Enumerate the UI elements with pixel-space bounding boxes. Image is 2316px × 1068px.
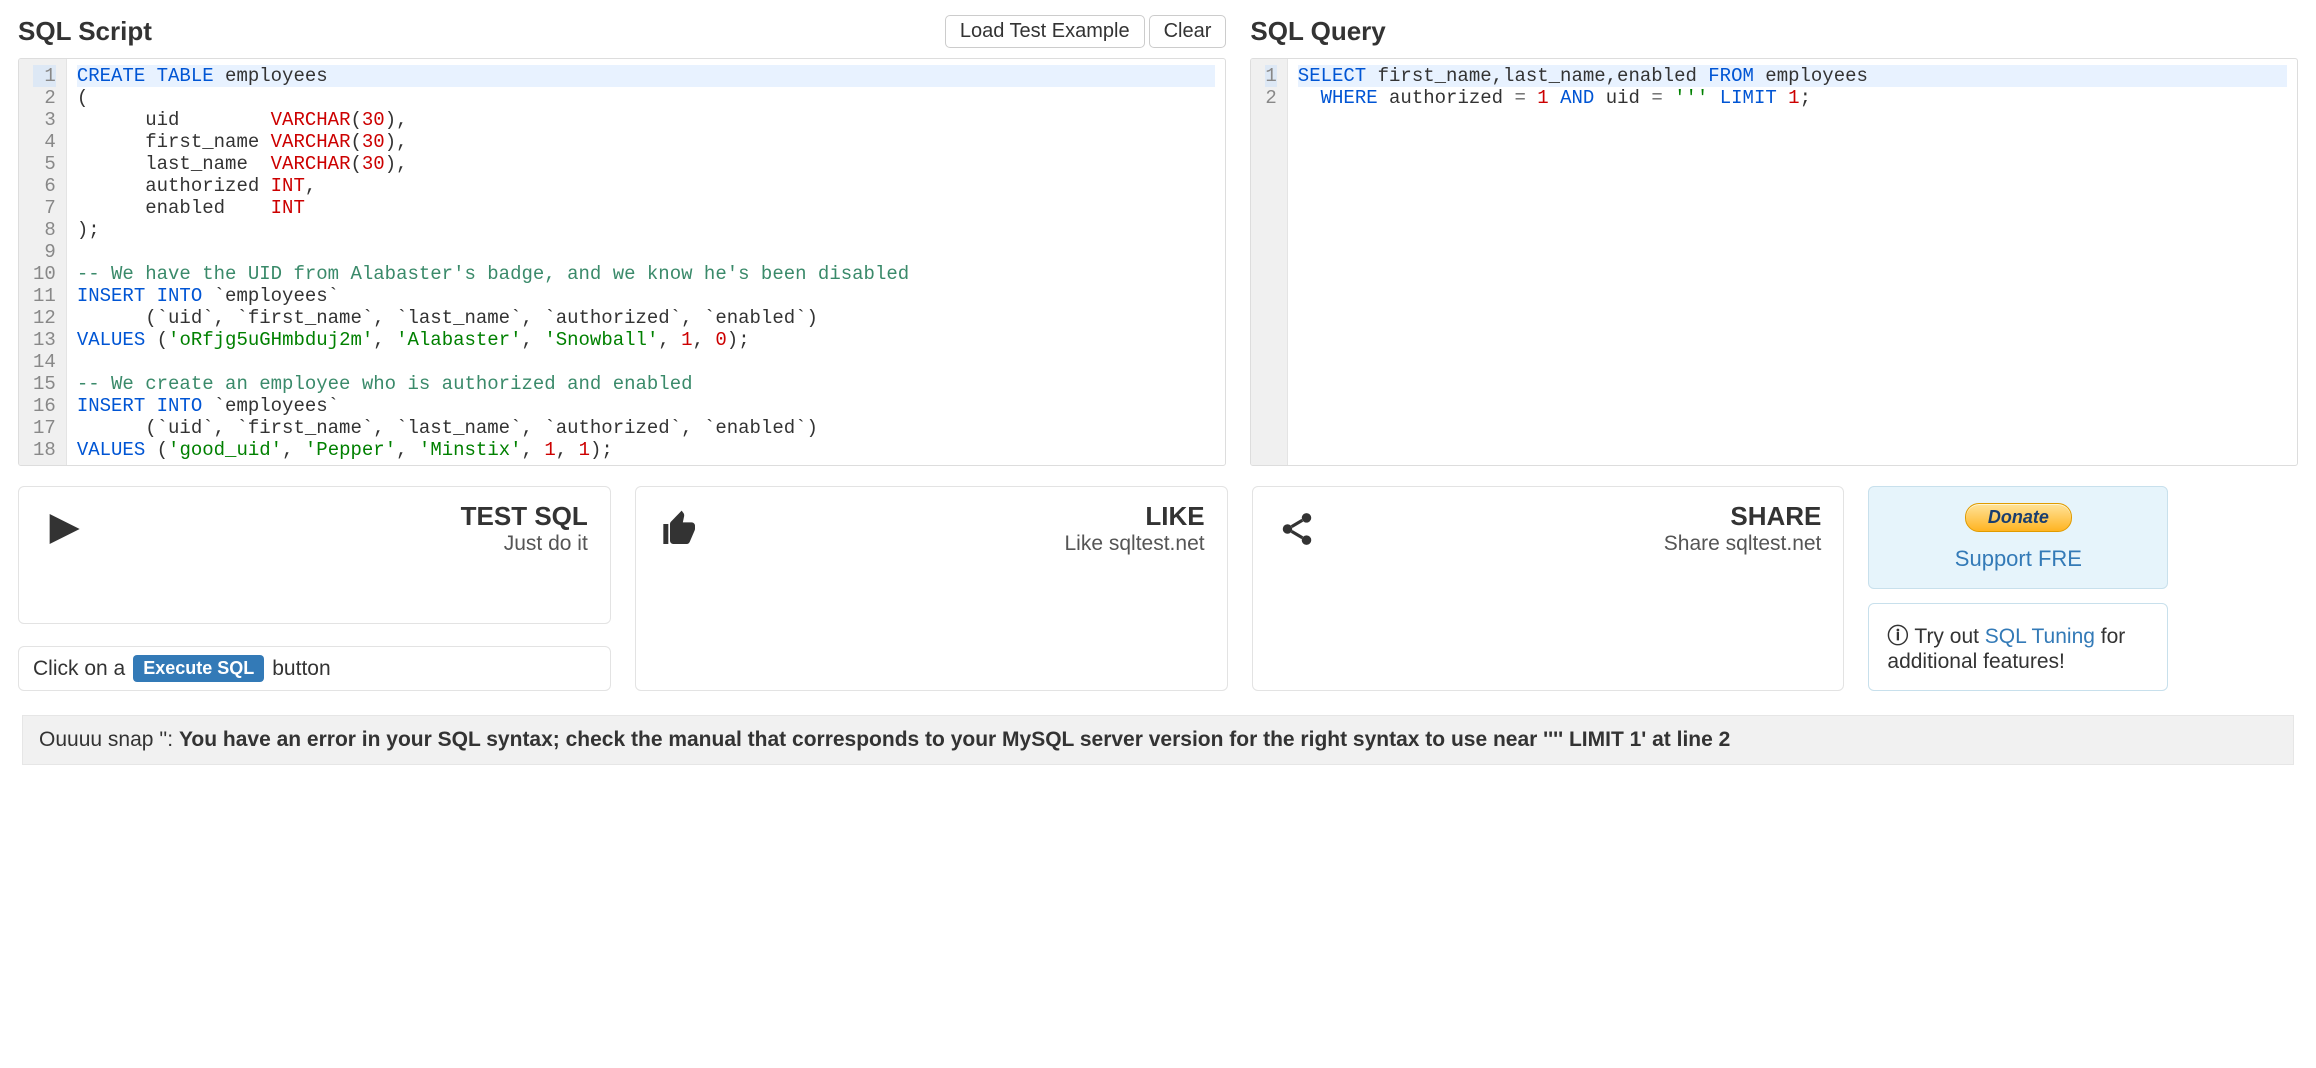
support-free-link[interactable]: Support FRE [1887, 546, 2149, 572]
execute-sql-badge[interactable]: Execute SQL [133, 655, 264, 682]
share-card[interactable]: SHARE Share sqltest.net [1252, 486, 1845, 691]
thumbs-up-icon [658, 509, 702, 549]
hint-prefix: Click on a [33, 657, 125, 681]
hint-suffix: button [272, 657, 330, 681]
sql-query-title: SQL Query [1250, 16, 1385, 47]
test-sql-title: TEST SQL [105, 501, 588, 532]
play-icon [41, 509, 85, 549]
sql-tuning-link[interactable]: SQL Tuning [1985, 625, 2095, 648]
clear-button[interactable]: Clear [1149, 15, 1227, 48]
sql-tuning-box: Try out SQL Tuning for additional featur… [1868, 603, 2168, 691]
donate-box: Donate Support FRE [1868, 486, 2168, 589]
tuning-prefix: Try out [1914, 625, 1984, 648]
share-sub: Share sqltest.net [1339, 532, 1822, 556]
error-prefix: Ouuuu snap '': [39, 728, 179, 751]
error-bold: You have an error in your SQL syntax; ch… [179, 728, 1730, 751]
like-sub: Like sqltest.net [722, 532, 1205, 556]
execute-hint: Click on a Execute SQL button [18, 646, 611, 691]
sql-query-editor[interactable]: 12 SELECT first_name,last_name,enabled F… [1250, 58, 2298, 466]
like-card[interactable]: LIKE Like sqltest.net [635, 486, 1228, 691]
share-icon [1275, 510, 1319, 548]
sql-script-editor[interactable]: 123456789101112131415161718 CREATE TABLE… [18, 58, 1226, 466]
load-test-example-button[interactable]: Load Test Example [945, 15, 1145, 48]
info-icon [1887, 625, 1914, 648]
share-title: SHARE [1339, 501, 1822, 532]
donate-button[interactable]: Donate [1965, 503, 2072, 532]
test-sql-card[interactable]: TEST SQL Just do it [18, 486, 611, 624]
like-title: LIKE [722, 501, 1205, 532]
test-sql-sub: Just do it [105, 532, 588, 556]
sql-script-title: SQL Script [18, 16, 152, 47]
error-message: Ouuuu snap '': You have an error in your… [22, 715, 2294, 765]
